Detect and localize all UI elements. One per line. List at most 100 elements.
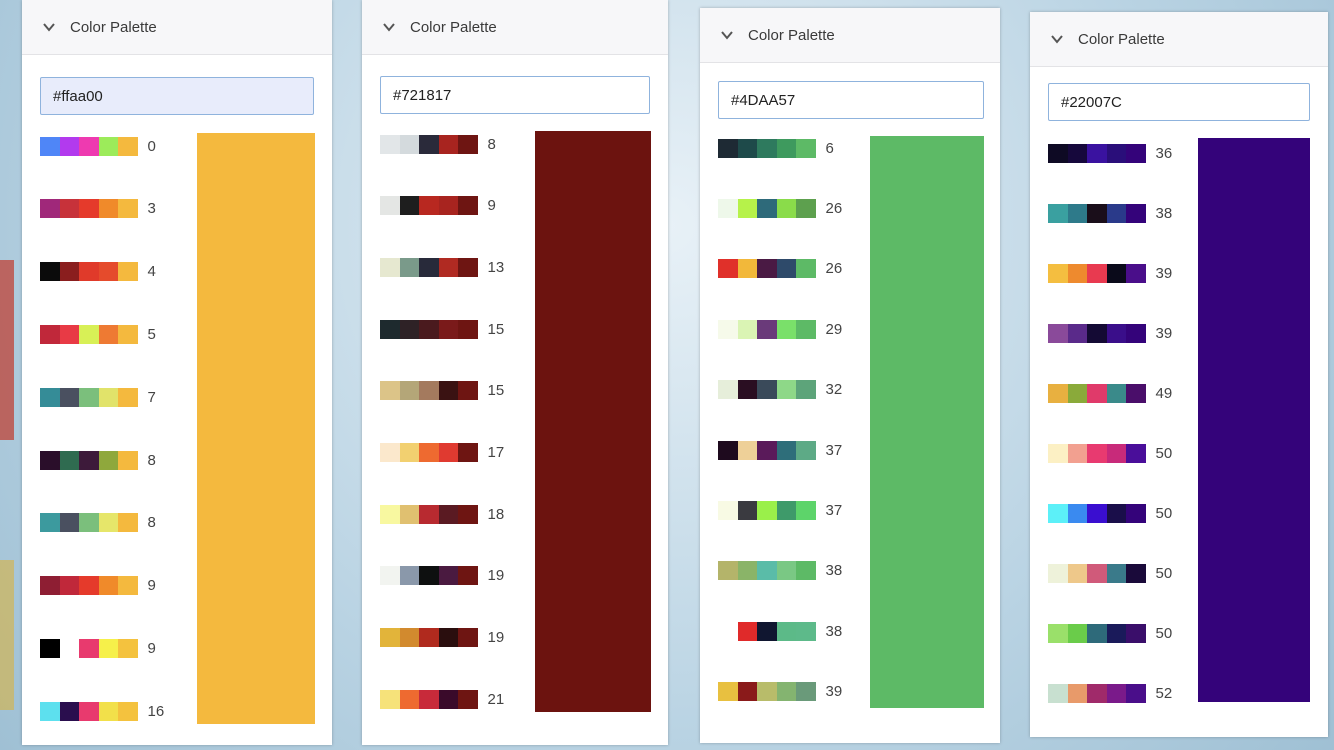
color-swatch[interactable]: [1126, 683, 1146, 703]
color-swatch[interactable]: [1126, 503, 1146, 523]
panel-header[interactable]: Color Palette: [1030, 12, 1328, 67]
palette-row[interactable]: 26: [718, 198, 842, 218]
color-swatch[interactable]: [737, 319, 757, 339]
color-swatch[interactable]: [98, 701, 118, 721]
hex-color-input[interactable]: [380, 76, 650, 114]
color-swatch[interactable]: [737, 621, 757, 641]
color-swatch[interactable]: [1048, 143, 1068, 163]
palette-swatches[interactable]: [380, 381, 478, 401]
color-swatch[interactable]: [118, 387, 138, 407]
color-swatch[interactable]: [380, 196, 400, 216]
color-swatch[interactable]: [1126, 623, 1146, 643]
color-swatch[interactable]: [1106, 383, 1126, 403]
color-swatch[interactable]: [79, 638, 99, 658]
palette-row[interactable]: 26: [718, 259, 842, 279]
palette-row[interactable]: 4: [40, 262, 156, 282]
palette-swatches[interactable]: [718, 682, 816, 702]
color-swatch[interactable]: [1048, 503, 1068, 523]
color-swatch[interactable]: [776, 138, 796, 158]
palette-row[interactable]: 8: [40, 450, 156, 470]
color-swatch[interactable]: [118, 136, 138, 156]
color-swatch[interactable]: [98, 324, 118, 344]
color-swatch[interactable]: [59, 450, 79, 470]
palette-row[interactable]: 15: [380, 319, 504, 339]
palette-row[interactable]: 29: [718, 319, 842, 339]
color-swatch[interactable]: [419, 134, 439, 154]
color-swatch[interactable]: [757, 621, 777, 641]
color-swatch[interactable]: [757, 380, 777, 400]
color-swatch[interactable]: [458, 381, 478, 401]
color-swatch[interactable]: [458, 196, 478, 216]
color-swatch[interactable]: [458, 257, 478, 277]
palette-row[interactable]: 21: [380, 689, 504, 709]
color-swatch[interactable]: [399, 504, 419, 524]
color-swatch[interactable]: [40, 513, 60, 533]
color-swatch[interactable]: [40, 262, 60, 282]
color-swatch[interactable]: [118, 324, 138, 344]
palette-swatches[interactable]: [718, 259, 816, 279]
palette-row[interactable]: 15: [380, 381, 504, 401]
color-swatch[interactable]: [737, 380, 757, 400]
color-swatch[interactable]: [1048, 203, 1068, 223]
palette-row[interactable]: 6: [718, 138, 834, 158]
palette-row[interactable]: 9: [40, 576, 156, 596]
palette-swatches[interactable]: [40, 136, 138, 156]
color-swatch[interactable]: [380, 257, 400, 277]
color-swatch[interactable]: [40, 576, 60, 596]
chevron-down-icon[interactable]: [382, 20, 396, 34]
color-swatch[interactable]: [718, 682, 738, 702]
color-swatch[interactable]: [796, 138, 816, 158]
color-swatch[interactable]: [40, 136, 60, 156]
chevron-down-icon[interactable]: [1050, 32, 1064, 46]
color-swatch[interactable]: [399, 134, 419, 154]
hex-color-input[interactable]: [1048, 83, 1310, 121]
palette-swatches[interactable]: [40, 324, 138, 344]
color-swatch[interactable]: [98, 262, 118, 282]
color-swatch[interactable]: [419, 381, 439, 401]
color-swatch[interactable]: [98, 513, 118, 533]
chevron-down-icon[interactable]: [720, 28, 734, 42]
color-swatch[interactable]: [380, 628, 400, 648]
color-swatch[interactable]: [380, 504, 400, 524]
color-swatch[interactable]: [59, 638, 79, 658]
palette-swatches[interactable]: [718, 319, 816, 339]
color-swatch[interactable]: [79, 136, 99, 156]
palette-swatches[interactable]: [1048, 143, 1146, 163]
color-swatch[interactable]: [118, 262, 138, 282]
color-swatch[interactable]: [1087, 563, 1107, 583]
color-swatch[interactable]: [757, 259, 777, 279]
color-swatch[interactable]: [399, 689, 419, 709]
color-swatch[interactable]: [1106, 503, 1126, 523]
color-swatch[interactable]: [98, 136, 118, 156]
color-swatch[interactable]: [1048, 683, 1068, 703]
palette-row[interactable]: 16: [40, 701, 164, 721]
color-swatch[interactable]: [757, 138, 777, 158]
color-swatch[interactable]: [399, 319, 419, 339]
color-swatch[interactable]: [1048, 383, 1068, 403]
palette-swatches[interactable]: [1048, 383, 1146, 403]
color-swatch[interactable]: [1087, 623, 1107, 643]
color-swatch[interactable]: [737, 500, 757, 520]
panel-header[interactable]: Color Palette: [700, 8, 1000, 63]
color-swatch[interactable]: [79, 576, 99, 596]
palette-swatches[interactable]: [1048, 563, 1146, 583]
hex-color-input[interactable]: [718, 81, 984, 119]
color-swatch[interactable]: [1067, 683, 1087, 703]
color-swatch[interactable]: [118, 450, 138, 470]
color-swatch[interactable]: [59, 199, 79, 219]
color-swatch[interactable]: [1067, 323, 1087, 343]
color-swatch[interactable]: [98, 638, 118, 658]
color-swatch[interactable]: [79, 701, 99, 721]
color-swatch[interactable]: [399, 566, 419, 586]
color-swatch[interactable]: [59, 324, 79, 344]
color-swatch[interactable]: [1087, 383, 1107, 403]
palette-row[interactable]: 19: [380, 628, 504, 648]
color-swatch[interactable]: [419, 504, 439, 524]
color-swatch[interactable]: [438, 257, 458, 277]
color-swatch[interactable]: [1106, 143, 1126, 163]
palette-row[interactable]: 37: [718, 440, 842, 460]
color-swatch[interactable]: [40, 638, 60, 658]
color-swatch[interactable]: [1067, 383, 1087, 403]
color-swatch[interactable]: [718, 259, 738, 279]
color-swatch[interactable]: [438, 628, 458, 648]
